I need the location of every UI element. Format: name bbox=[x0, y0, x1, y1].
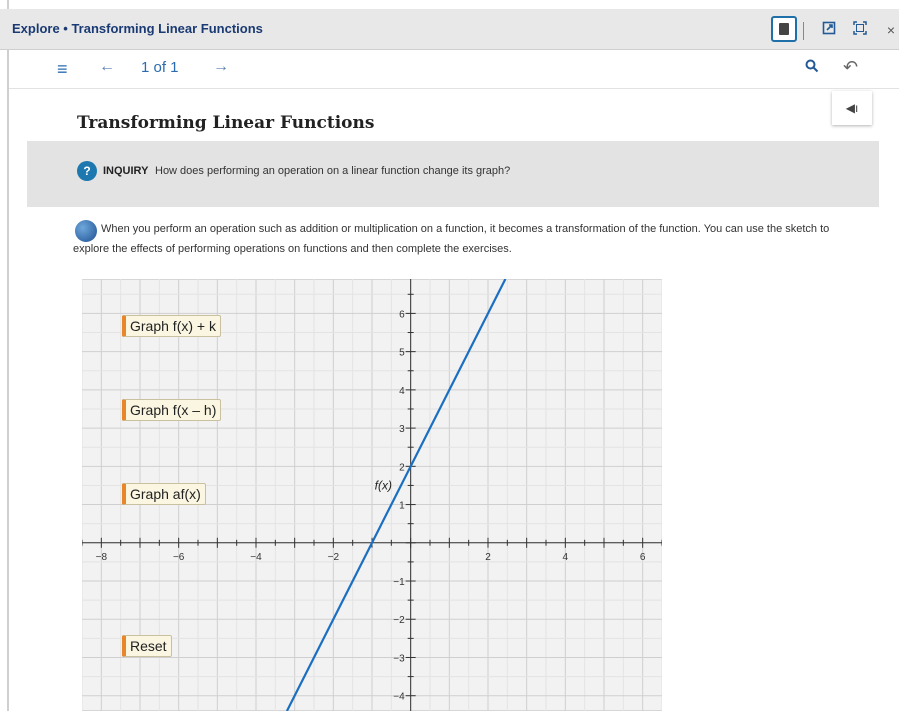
search-icon[interactable] bbox=[805, 59, 819, 78]
y-tick-label: 1 bbox=[399, 501, 405, 512]
main-content: ◀ı Transforming Linear Functions ? INQUI… bbox=[9, 89, 899, 712]
next-page-icon[interactable]: → bbox=[213, 58, 229, 76]
y-tick-label: −2 bbox=[393, 615, 405, 626]
popout-icon[interactable] bbox=[818, 19, 840, 41]
y-tick-label: 2 bbox=[399, 462, 405, 473]
back-icon[interactable]: ↶ bbox=[843, 57, 858, 78]
x-tick-label: 2 bbox=[485, 552, 491, 563]
menu-icon[interactable]: ≡ bbox=[57, 59, 68, 80]
x-tick-label: −6 bbox=[173, 552, 185, 563]
graph-sketch[interactable]: −8 −6 −4 −2 2 4 6 6 5 4 3 2 1 −1 −2 −3 −4 f(x) Graph f(x)… bbox=[81, 278, 663, 712]
x-tick-label: −8 bbox=[96, 552, 108, 563]
y-tick-label: −3 bbox=[393, 653, 405, 664]
x-tick-label: 6 bbox=[640, 552, 646, 563]
intro-paragraph-text: When you perform an operation such as ad… bbox=[73, 223, 830, 255]
graph-f-plus-k-button[interactable]: Graph f(x) + k bbox=[122, 315, 221, 337]
inquiry-icon: ? bbox=[77, 161, 97, 181]
title-bar: Explore • Transforming Linear Functions … bbox=[0, 9, 899, 50]
calculator-icon[interactable] bbox=[771, 16, 797, 42]
window-title: Explore • Transforming Linear Functions bbox=[12, 21, 263, 36]
y-tick-label: 5 bbox=[399, 348, 405, 359]
function-label: f(x) bbox=[375, 478, 392, 492]
inquiry-question: How does performing an operation on a li… bbox=[155, 165, 511, 177]
page-title: Transforming Linear Functions bbox=[77, 113, 375, 133]
close-icon[interactable]: × bbox=[880, 19, 899, 41]
expand-icon[interactable] bbox=[849, 19, 871, 41]
x-tick-label: 4 bbox=[563, 552, 569, 563]
speaker-icon[interactable]: ◀ı bbox=[832, 91, 872, 125]
inquiry-box: ? INQUIRY How does performing an operati… bbox=[27, 141, 879, 207]
page-indicator: 1 of 1 bbox=[141, 59, 179, 76]
toolbar-divider bbox=[803, 22, 804, 40]
graph-f-minus-h-button[interactable]: Graph f(x – h) bbox=[122, 399, 222, 421]
x-tick-label: −4 bbox=[250, 552, 262, 563]
y-tick-label: 4 bbox=[399, 386, 405, 397]
y-tick-label: −4 bbox=[393, 692, 405, 703]
x-tick-label: −2 bbox=[328, 552, 340, 563]
navigation-bar: ≡ ← 1 of 1 → ↶ bbox=[9, 50, 899, 89]
y-tick-label: −1 bbox=[393, 577, 405, 588]
prev-page-icon[interactable]: ← bbox=[99, 58, 115, 76]
window-left-border bbox=[0, 0, 9, 711]
inquiry-label: INQUIRY bbox=[103, 165, 149, 177]
y-tick-label: 3 bbox=[399, 424, 405, 435]
graph-af-button[interactable]: Graph af(x) bbox=[122, 483, 206, 505]
reset-button[interactable]: Reset bbox=[122, 635, 172, 657]
y-tick-label: 6 bbox=[399, 309, 405, 320]
intro-paragraph: When you perform an operation such as ad… bbox=[73, 219, 853, 259]
